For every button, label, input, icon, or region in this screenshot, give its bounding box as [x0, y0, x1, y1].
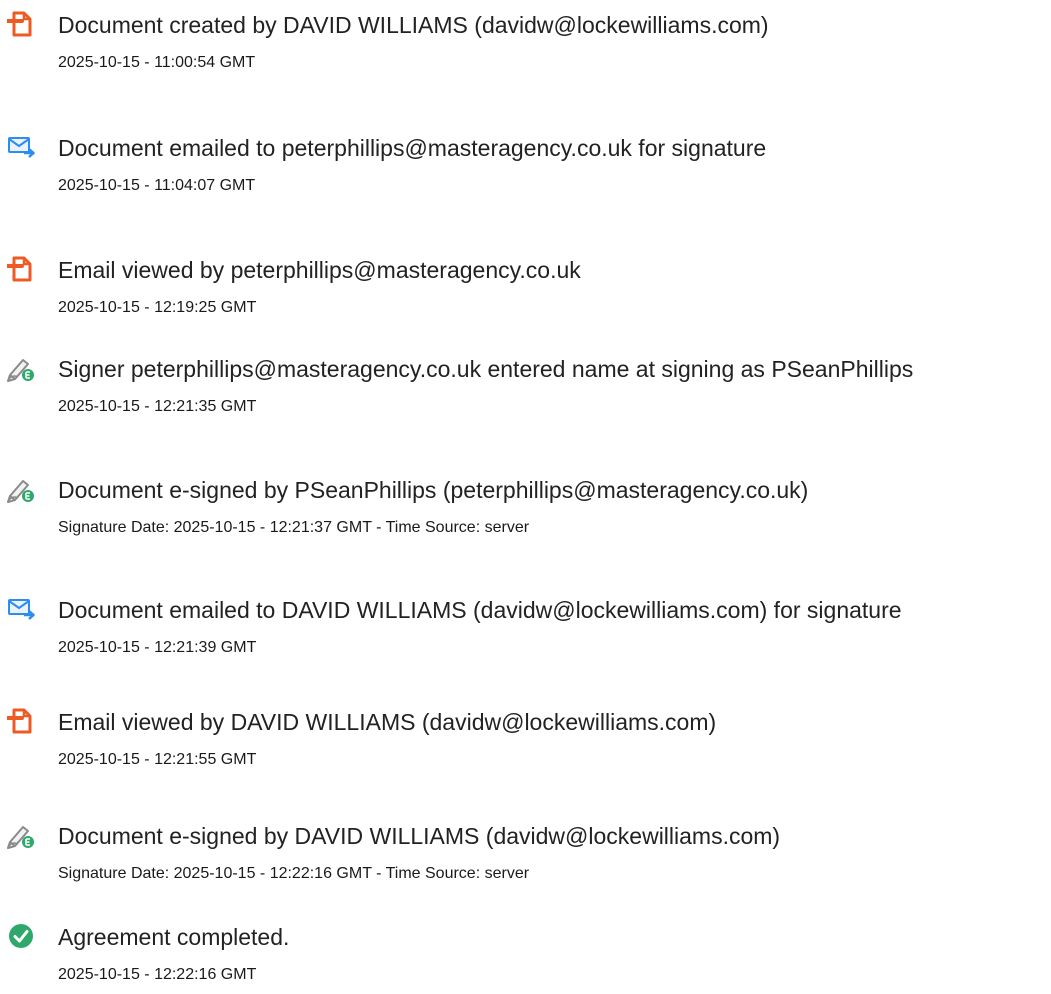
esign-pen-icon: [7, 821, 35, 849]
audit-event-2: Document emailed to peterphillips@master…: [0, 123, 1051, 203]
audit-event-9: Agreement completed. 2025-10-15 - 12:22:…: [0, 912, 1051, 992]
email-sent-icon: [7, 595, 35, 623]
event-timestamp: 2025-10-15 - 12:21:35 GMT: [58, 398, 257, 415]
event-title: Agreement completed.: [58, 924, 290, 950]
event-timestamp: 2025-10-15 - 11:04:07 GMT: [58, 177, 256, 194]
event-title: Document e-signed by PSeanPhillips (pete…: [58, 477, 809, 503]
document-viewed-icon: [7, 707, 35, 735]
completed-check-icon: [7, 922, 35, 950]
esign-pen-icon: [7, 354, 35, 382]
event-title: Document e-signed by DAVID WILLIAMS (dav…: [58, 823, 781, 849]
event-title: Signer peterphillips@masteragency.co.uk …: [58, 356, 914, 382]
event-title: Email viewed by DAVID WILLIAMS (davidw@l…: [58, 709, 717, 735]
audit-event-7: Email viewed by DAVID WILLIAMS (davidw@l…: [0, 697, 1051, 777]
event-timestamp: 2025-10-15 - 12:22:16 GMT: [58, 966, 257, 983]
audit-event-6: Document emailed to DAVID WILLIAMS (davi…: [0, 585, 1051, 665]
audit-event-5: Document e-signed by PSeanPhillips (pete…: [0, 465, 1051, 545]
event-title: Document emailed to peterphillips@master…: [58, 135, 767, 161]
audit-event-3: Email viewed by peterphillips@masteragen…: [0, 245, 1051, 325]
event-timestamp: 2025-10-15 - 11:00:54 GMT: [58, 54, 256, 71]
event-timestamp: Signature Date: 2025-10-15 - 12:22:16 GM…: [58, 865, 530, 882]
audit-event-8: Document e-signed by DAVID WILLIAMS (dav…: [0, 811, 1051, 891]
event-title: Document emailed to DAVID WILLIAMS (davi…: [58, 597, 902, 623]
event-timestamp: 2025-10-15 - 12:21:55 GMT: [58, 751, 257, 768]
audit-event-4: Signer peterphillips@masteragency.co.uk …: [0, 344, 1051, 424]
event-timestamp: 2025-10-15 - 12:19:25 GMT: [58, 299, 257, 316]
document-created-icon: [7, 10, 35, 38]
event-title: Document created by DAVID WILLIAMS (davi…: [58, 12, 769, 38]
event-title: Email viewed by peterphillips@masteragen…: [58, 257, 581, 283]
document-viewed-icon: [7, 255, 35, 283]
esign-pen-icon: [7, 475, 35, 503]
email-sent-icon: [7, 133, 35, 161]
audit-event-1: Document created by DAVID WILLIAMS (davi…: [0, 0, 1051, 80]
event-timestamp: Signature Date: 2025-10-15 - 12:21:37 GM…: [58, 519, 530, 536]
event-timestamp: 2025-10-15 - 12:21:39 GMT: [58, 639, 257, 656]
